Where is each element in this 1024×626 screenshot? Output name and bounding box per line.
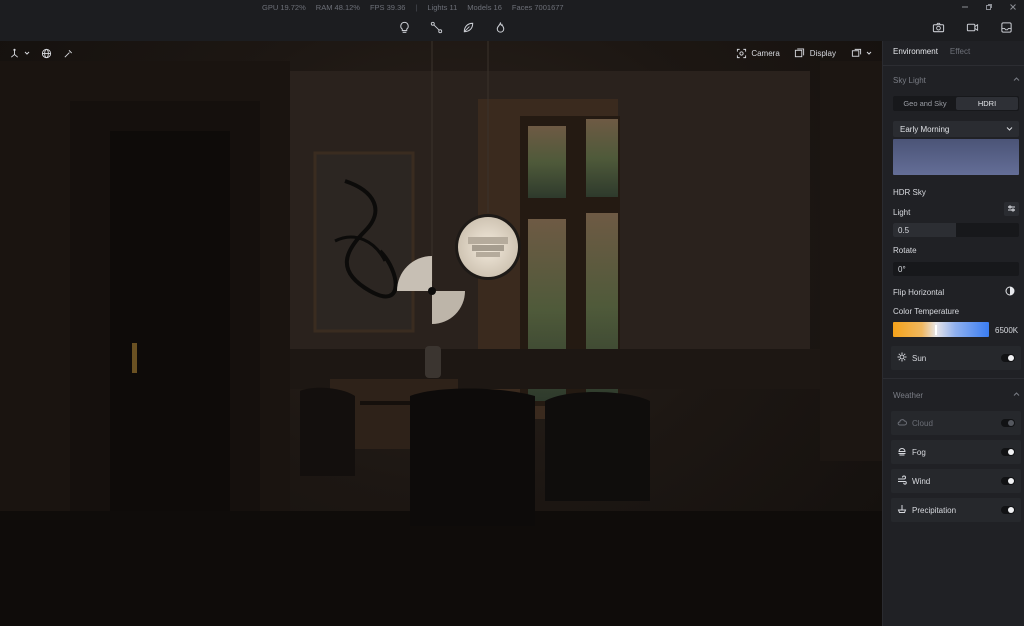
camera-frame-icon <box>735 47 747 59</box>
ram-stat: RAM 48.12% <box>315 3 360 12</box>
sun-icon <box>897 352 907 364</box>
display-label: Display <box>809 48 836 58</box>
scene-render <box>0 41 882 626</box>
leaf-icon[interactable] <box>460 19 476 35</box>
weather-divider <box>883 378 1024 379</box>
tool-group <box>396 19 508 35</box>
environment-panel: Environment Effect Sky Light Geo and Sky… <box>882 41 1024 626</box>
view-mode-button[interactable] <box>850 47 872 59</box>
minimize-icon[interactable] <box>960 2 970 12</box>
wind-row[interactable]: Wind <box>891 469 1021 493</box>
globe-button[interactable] <box>40 47 52 59</box>
models-stat: Models 16 <box>467 3 502 12</box>
chevron-down-icon <box>24 47 30 59</box>
wind-toggle[interactable] <box>1001 477 1015 485</box>
eyedropper-icon <box>62 47 74 59</box>
transform-gizmo-button[interactable] <box>8 47 30 59</box>
viewport-right-tools: Camera Display <box>735 47 872 59</box>
sun-label: Sun <box>912 353 927 363</box>
light-label: Light <box>893 208 911 217</box>
camera-button[interactable]: Camera <box>735 47 780 59</box>
lights-stat: Lights 11 <box>427 3 458 12</box>
sky-light-title[interactable]: Sky Light <box>893 76 926 85</box>
cloud-toggle[interactable] <box>1001 419 1015 427</box>
half-circle-icon[interactable] <box>1005 286 1015 298</box>
fog-toggle[interactable] <box>1001 448 1015 456</box>
display-icon <box>794 47 806 59</box>
chevron-down-icon <box>1006 125 1013 134</box>
flame-icon[interactable] <box>492 19 508 35</box>
color-temperature-value: 6500K <box>995 326 1019 335</box>
rotate-input[interactable]: 0° <box>893 262 1019 276</box>
view-mode-icon <box>850 47 862 59</box>
fog-label: Fog <box>912 447 926 457</box>
color-temperature-slider[interactable] <box>893 322 989 337</box>
light-slider[interactable]: 0.5 <box>893 223 1019 237</box>
flip-horizontal-label: Flip Horizontal <box>893 288 945 297</box>
fog-row[interactable]: Fog <box>891 440 1021 464</box>
precipitation-toggle[interactable] <box>1001 506 1015 514</box>
faces-stat: Faces 7001677 <box>511 3 564 12</box>
fog-icon <box>897 446 907 458</box>
tab-effect[interactable]: Effect <box>950 47 970 56</box>
layers-icon[interactable] <box>998 19 1014 35</box>
window-controls <box>960 2 1018 12</box>
title-bar: GPU 19.72% RAM 48.12% FPS 39.36 | Lights… <box>0 0 1024 14</box>
chevron-up-icon[interactable] <box>1013 391 1020 400</box>
hdr-sky-label: HDR Sky <box>893 188 926 197</box>
mode-hdri[interactable]: HDRI <box>956 97 1018 110</box>
chevron-down-icon <box>866 47 872 59</box>
axis-gizmo-icon <box>8 47 20 59</box>
main-toolbar <box>0 14 1024 41</box>
color-temperature-label: Color Temperature <box>893 307 960 316</box>
light-bulb-icon[interactable] <box>396 19 412 35</box>
color-temperature-thumb[interactable] <box>935 325 937 335</box>
render-viewport[interactable]: Camera Display <box>0 41 882 626</box>
rotate-value: 0° <box>898 265 906 274</box>
mode-geo-and-sky[interactable]: Geo and Sky <box>894 97 956 110</box>
sun-row[interactable]: Sun <box>891 346 1021 370</box>
light-value: 0.5 <box>898 226 910 235</box>
panel-tabs: Environment Effect <box>893 47 970 56</box>
sliders-icon <box>1007 204 1016 215</box>
restore-icon[interactable] <box>984 2 994 12</box>
hdri-preset-value: Early Morning <box>900 124 950 134</box>
globe-icon <box>40 47 52 59</box>
cloud-label: Cloud <box>912 418 933 428</box>
cloud-icon <box>897 417 907 429</box>
precipitation-icon <box>897 504 907 516</box>
video-icon[interactable] <box>964 19 980 35</box>
weather-title[interactable]: Weather <box>893 391 923 400</box>
gpu-stat: GPU 19.72% <box>262 3 306 12</box>
path-nodes-icon[interactable] <box>428 19 444 35</box>
viewport-left-tools <box>8 47 74 59</box>
hdri-preview[interactable] <box>893 139 1019 175</box>
performance-stats: GPU 19.72% RAM 48.12% FPS 39.36 | Lights… <box>262 3 564 12</box>
wind-label: Wind <box>912 476 931 486</box>
camera-label: Camera <box>751 48 780 58</box>
light-settings-button[interactable] <box>1004 202 1019 216</box>
hdri-preset-select[interactable]: Early Morning <box>893 121 1019 137</box>
precipitation-row[interactable]: Precipitation <box>891 498 1021 522</box>
sun-toggle[interactable] <box>1001 354 1015 362</box>
precipitation-label: Precipitation <box>912 505 957 515</box>
tab-environment[interactable]: Environment <box>893 47 938 56</box>
sky-mode-segmented: Geo and Sky HDRI <box>893 96 1019 111</box>
display-button[interactable]: Display <box>794 47 836 59</box>
rotate-label: Rotate <box>893 246 917 255</box>
capture-tools <box>930 19 1014 35</box>
close-icon[interactable] <box>1008 2 1018 12</box>
chevron-up-icon[interactable] <box>1013 76 1020 85</box>
camera-icon[interactable] <box>930 19 946 35</box>
wind-icon <box>897 475 907 487</box>
pick-tool-button[interactable] <box>62 47 74 59</box>
stats-separator: | <box>415 3 418 12</box>
fps-stat: FPS 39.36 <box>369 3 406 12</box>
cloud-row[interactable]: Cloud <box>891 411 1021 435</box>
tabs-divider <box>883 65 1024 66</box>
